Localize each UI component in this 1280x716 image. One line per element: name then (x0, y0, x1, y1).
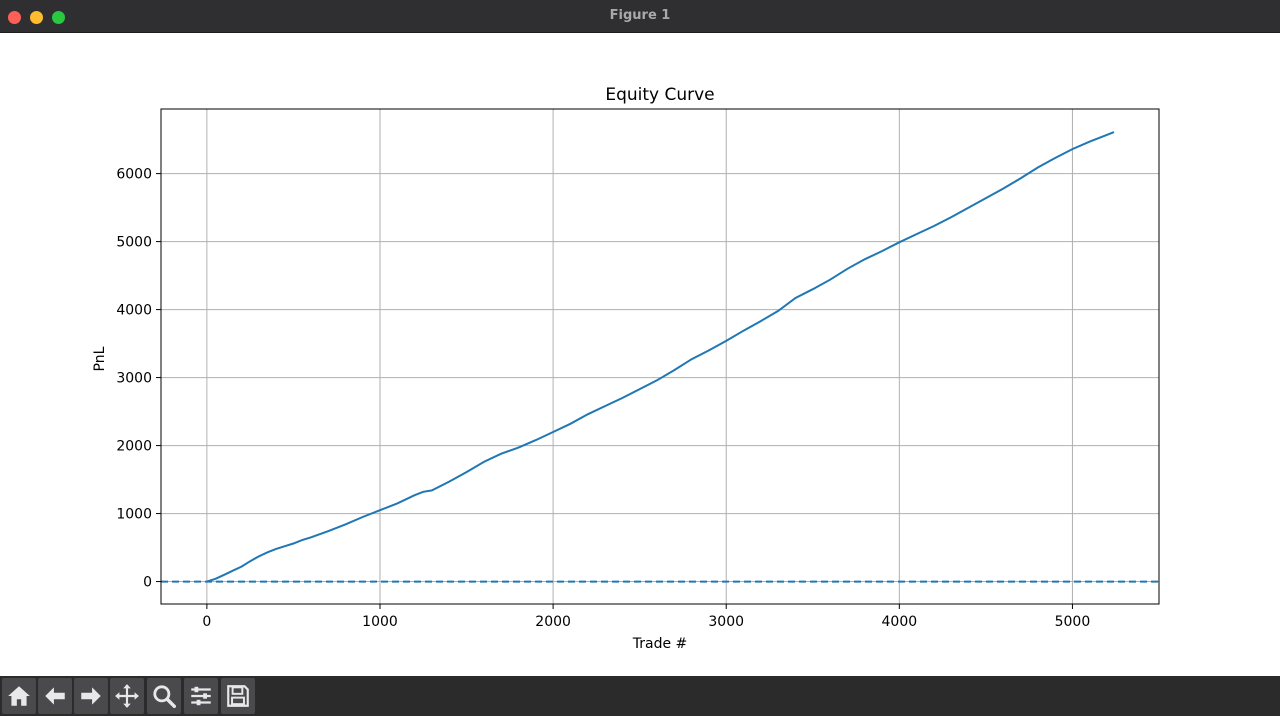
series-layer (161, 131, 1159, 583)
back-button[interactable] (38, 678, 72, 714)
y-tick-label: 6000 (116, 167, 152, 183)
x-tick-label: 2000 (535, 614, 571, 630)
grid (161, 109, 1159, 604)
tick-layer: 0 1000 2000 3000 4000 5000 0 1000 2000 3000 4000 50… (116, 167, 1090, 630)
pan-icon (115, 684, 139, 708)
forward-button[interactable] (74, 678, 108, 714)
y-tick-label: 1000 (116, 507, 152, 523)
save-button[interactable] (221, 678, 255, 714)
chart-title: Equity Curve (605, 85, 714, 105)
y-tick-label: 3000 (116, 371, 152, 387)
x-tick-label: 3000 (708, 614, 744, 630)
forward-arrow-icon (81, 687, 101, 705)
x-tick-label: 1000 (362, 614, 398, 630)
y-tick-label: 5000 (116, 235, 152, 251)
y-tick-label: 2000 (116, 439, 152, 455)
save-icon (227, 685, 249, 707)
zoom-icon (153, 685, 177, 709)
equity-curve-series (206, 131, 1115, 583)
back-arrow-icon (45, 687, 65, 705)
x-axis-label: Trade # (632, 636, 688, 652)
configure-subplots-button[interactable] (184, 678, 218, 714)
window-titlebar: Figure 1 (0, 0, 1280, 33)
x-tick-label: 0 (202, 614, 211, 630)
x-tick-label: 4000 (882, 614, 918, 630)
plot-frame (160, 108, 1160, 605)
home-icon (8, 686, 30, 706)
zoom-button[interactable] (147, 678, 181, 714)
x-tick-label: 5000 (1055, 614, 1091, 630)
y-axis-label: PnL (92, 346, 108, 371)
window-title: Figure 1 (609, 8, 671, 23)
y-tick-label: 4000 (116, 303, 152, 319)
navigation-toolbar (0, 676, 1280, 716)
y-tick-label: 0 (143, 575, 152, 591)
figure-canvas: Equity Curve 0 1000 2000 3000 4000 5000 0 1000 2… (0, 33, 1280, 676)
equity-curve-chart: Equity Curve 0 1000 2000 3000 4000 5000 0 1000 2… (92, 85, 1160, 652)
pan-button[interactable] (110, 678, 144, 714)
home-button[interactable] (2, 678, 36, 714)
configure-subplots-icon (191, 686, 211, 706)
